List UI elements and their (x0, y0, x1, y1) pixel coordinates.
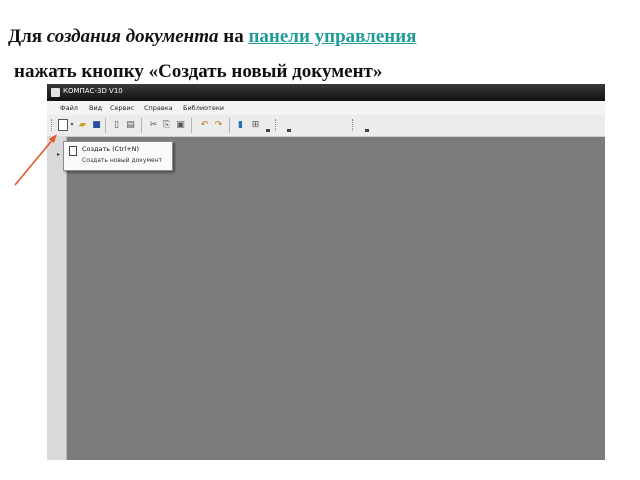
control-panel-toolbar: ▾ ▰ ■ ▯ ▤ ✂ ⎘ ▣ ↶ ↷ ▮ ⊞ (47, 115, 605, 137)
open-folder-icon[interactable]: ▰ (77, 119, 88, 131)
caption-text-on: на (218, 26, 249, 47)
redo-icon[interactable]: ↷ (213, 119, 224, 131)
caption-text-lead: Для (8, 26, 47, 47)
title-bar: КОМПАС-3D V10 (47, 84, 605, 101)
toolbar-more-icon[interactable] (365, 129, 369, 132)
menu-tools[interactable]: Сервис (110, 104, 134, 112)
new-document-dropdown-icon[interactable]: ▾ (69, 119, 75, 131)
toolbar-grip[interactable] (275, 119, 278, 131)
copy-icon[interactable]: ⎘ (161, 119, 172, 131)
library-manager-icon[interactable]: ▮ (235, 119, 246, 131)
toolbar-separator (229, 118, 230, 133)
app-icon (51, 88, 60, 97)
menu-bar: Файл Вид Сервис Справка Библиотеки (47, 101, 605, 115)
create-document-tooltip: Создать (Ctrl+N) Создать новый документ (63, 141, 173, 171)
properties-icon[interactable]: ⊞ (250, 119, 261, 131)
document-icon (69, 146, 77, 156)
toolbar-separator (191, 118, 192, 133)
new-document-icon[interactable] (58, 119, 68, 131)
caption-line-1: Для создания документа на панели управле… (8, 26, 416, 48)
paste-icon[interactable]: ▣ (175, 119, 186, 131)
tooltip-title: Создать (Ctrl+N) (82, 145, 140, 153)
instruction-caption: Для создания документа на панели управле… (0, 0, 640, 86)
print-preview-icon[interactable]: ▯ (111, 119, 122, 131)
undo-icon[interactable]: ↶ (199, 119, 210, 131)
cut-icon[interactable]: ✂ (148, 119, 159, 131)
save-icon[interactable]: ■ (91, 119, 102, 131)
menu-view[interactable]: Вид (89, 104, 102, 112)
toolbar-more-icon[interactable] (266, 129, 270, 132)
toolbar-grip[interactable] (51, 119, 54, 131)
menu-libraries[interactable]: Библиотеки (183, 104, 224, 112)
menu-file[interactable]: Файл (60, 104, 78, 112)
panel-arrow-icon[interactable]: ▸ (57, 151, 60, 158)
tooltip-description: Создать новый документ (82, 157, 163, 164)
toolbar-grip[interactable] (352, 119, 355, 131)
print-icon[interactable]: ▤ (125, 119, 136, 131)
menu-help[interactable]: Справка (144, 104, 173, 112)
window-title: КОМПАС-3D V10 (63, 87, 123, 95)
kompas-window: КОМПАС-3D V10 Файл Вид Сервис Справка Би… (47, 84, 605, 460)
caption-line-2: нажать кнопку «Создать новый документ» (14, 61, 383, 82)
toolbar-separator (141, 118, 142, 133)
toolbar-more-icon[interactable] (287, 129, 291, 132)
left-compact-panel: ▸ (47, 136, 67, 460)
toolbar-separator (105, 118, 106, 133)
caption-text-italic: создания документа (46, 26, 219, 47)
caption-link-control-panel[interactable]: панели управления (248, 26, 416, 47)
